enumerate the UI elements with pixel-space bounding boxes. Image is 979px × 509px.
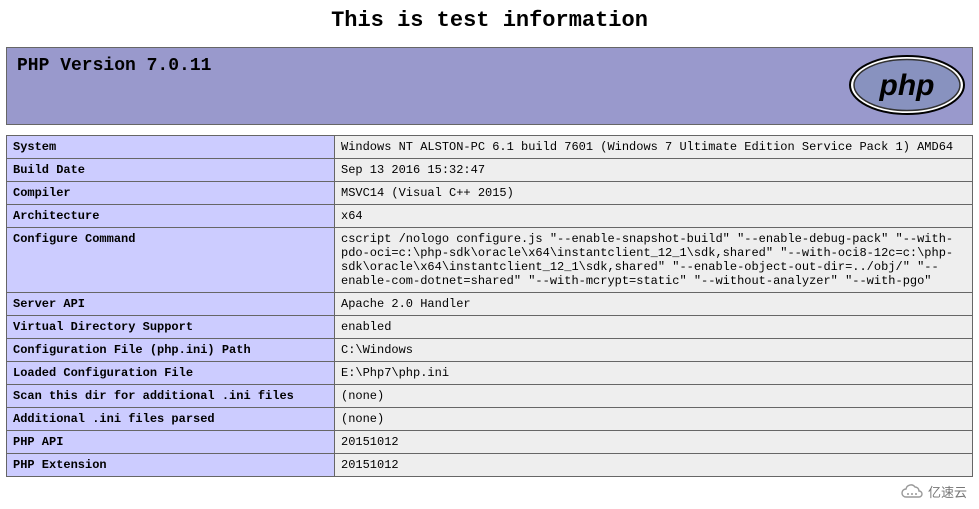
svg-text:php: php xyxy=(879,69,935,102)
table-row: Architecturex64 xyxy=(7,205,973,228)
row-value: enabled xyxy=(335,316,973,339)
row-key: PHP API xyxy=(7,431,335,454)
table-row: Server APIApache 2.0 Handler xyxy=(7,293,973,316)
row-value: E:\Php7\php.ini xyxy=(335,362,973,385)
table-row: Build DateSep 13 2016 15:32:47 xyxy=(7,159,973,182)
row-key: Compiler xyxy=(7,182,335,205)
page-title: This is test information xyxy=(0,8,979,33)
table-row: CompilerMSVC14 (Visual C++ 2015) xyxy=(7,182,973,205)
table-row: Configuration File (php.ini) PathC:\Wind… xyxy=(7,339,973,362)
table-row: SystemWindows NT ALSTON-PC 6.1 build 760… xyxy=(7,136,973,159)
table-row: PHP API20151012 xyxy=(7,431,973,454)
cloud-icon xyxy=(900,484,924,500)
row-value: x64 xyxy=(335,205,973,228)
row-value: (none) xyxy=(335,408,973,431)
row-key: Architecture xyxy=(7,205,335,228)
row-value: 20151012 xyxy=(335,431,973,454)
row-key: Loaded Configuration File xyxy=(7,362,335,385)
php-version-label: PHP Version 7.0.11 xyxy=(17,56,211,76)
table-row: Loaded Configuration FileE:\Php7\php.ini xyxy=(7,362,973,385)
watermark-text: 亿速云 xyxy=(928,482,967,501)
row-key: Virtual Directory Support xyxy=(7,316,335,339)
row-key: Build Date xyxy=(7,159,335,182)
table-row: Configure Commandcscript /nologo configu… xyxy=(7,228,973,293)
table-row: Virtual Directory Supportenabled xyxy=(7,316,973,339)
row-key: Scan this dir for additional .ini files xyxy=(7,385,335,408)
row-key: Configuration File (php.ini) Path xyxy=(7,339,335,362)
row-value: Apache 2.0 Handler xyxy=(335,293,973,316)
row-value: (none) xyxy=(335,385,973,408)
row-value: C:\Windows xyxy=(335,339,973,362)
php-version-banner: PHP Version 7.0.11 php xyxy=(6,47,973,125)
table-row: PHP Extension20151012 xyxy=(7,454,973,477)
row-value: Sep 13 2016 15:32:47 xyxy=(335,159,973,182)
row-key: System xyxy=(7,136,335,159)
row-value: Windows NT ALSTON-PC 6.1 build 7601 (Win… xyxy=(335,136,973,159)
row-value: 20151012 xyxy=(335,454,973,477)
phpinfo-table-body: SystemWindows NT ALSTON-PC 6.1 build 760… xyxy=(7,136,973,477)
row-value: cscript /nologo configure.js "--enable-s… xyxy=(335,228,973,293)
row-key: Configure Command xyxy=(7,228,335,293)
row-key: Additional .ini files parsed xyxy=(7,408,335,431)
php-logo-icon: php xyxy=(848,54,966,119)
row-value: MSVC14 (Visual C++ 2015) xyxy=(335,182,973,205)
table-row: Scan this dir for additional .ini files(… xyxy=(7,385,973,408)
phpinfo-table: SystemWindows NT ALSTON-PC 6.1 build 760… xyxy=(6,135,973,477)
watermark: 亿速云 xyxy=(896,480,973,503)
row-key: PHP Extension xyxy=(7,454,335,477)
row-key: Server API xyxy=(7,293,335,316)
table-row: Additional .ini files parsed(none) xyxy=(7,408,973,431)
